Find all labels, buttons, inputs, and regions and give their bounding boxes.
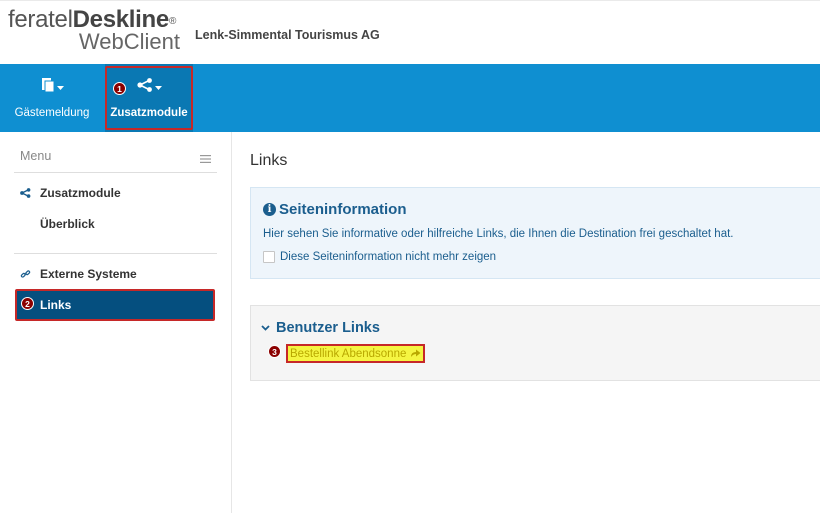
external-link-icon [410, 349, 421, 358]
sidebar: Menu Zusatzmodule Überblick Externe Syst… [0, 132, 232, 513]
hide-info-checkbox[interactable] [263, 251, 275, 263]
sidebar-item-ueberblick[interactable]: Überblick [40, 217, 95, 231]
page-title: Links [250, 152, 288, 169]
sidebar-divider [14, 172, 217, 173]
highlight-box-zusatzmodule [105, 66, 193, 130]
user-links-panel: Benutzer Links Bestellink Abendsonne [250, 305, 820, 381]
logo-webclient: WebClient [78, 29, 180, 54]
logo-registered: ® [168, 16, 177, 27]
hide-info-label: Diese Seiteninformation nicht mehr zeige… [280, 251, 497, 263]
user-links-toggle[interactable]: Benutzer Links [261, 320, 380, 336]
sidebar-section-zusatzmodule-label: Zusatzmodule [40, 186, 121, 200]
sidebar-menu-label: Menu [20, 149, 52, 163]
user-links-title: Benutzer Links [276, 320, 380, 336]
hamburger-icon[interactable] [200, 150, 211, 163]
logo-feratel: feratel [8, 6, 73, 33]
step-badge-1: 1 [113, 82, 126, 95]
chevron-down-icon [56, 78, 64, 96]
share-icon [18, 188, 32, 198]
chevron-down-icon [261, 325, 270, 331]
document-icon [41, 77, 55, 98]
sidebar-header: Menu [0, 132, 232, 172]
step-badge-2: 2 [21, 297, 34, 310]
feratel-logo[interactable]: feratelDeskline® WebClient [8, 7, 184, 59]
toolbar-gaestemeldung-label: Gästemeldung [14, 107, 90, 119]
highlight-box-links [15, 289, 215, 321]
sidebar-section-externe-systeme[interactable]: Externe Systeme [18, 267, 137, 281]
info-panel: i Seiteninformation Hier sehen Sie infor… [250, 187, 820, 279]
user-link-item[interactable]: Bestellink Abendsonne [286, 344, 426, 363]
sidebar-section-zusatzmodule[interactable]: Zusatzmodule [18, 186, 121, 200]
toolbar-gaestemeldung[interactable]: Gästemeldung [8, 64, 96, 132]
sidebar-divider [14, 253, 217, 254]
info-panel-text: Hier sehen Sie informative oder hilfreic… [263, 228, 734, 240]
info-icon: i [263, 203, 276, 216]
info-panel-title-text: Seiteninformation [279, 201, 407, 218]
link-icon [18, 269, 32, 279]
app-header: feratelDeskline® WebClient Lenk-Simmenta… [0, 0, 820, 64]
sidebar-section-externe-systeme-label: Externe Systeme [40, 267, 137, 281]
company-name: Lenk-Simmental Tourismus AG [195, 28, 380, 42]
step-badge-3: 3 [268, 345, 281, 358]
user-link-bestellink[interactable]: Bestellink Abendsonne [290, 348, 406, 360]
hide-info-option[interactable]: Diese Seiteninformation nicht mehr zeige… [263, 251, 496, 263]
info-panel-title: i Seiteninformation [263, 201, 407, 218]
